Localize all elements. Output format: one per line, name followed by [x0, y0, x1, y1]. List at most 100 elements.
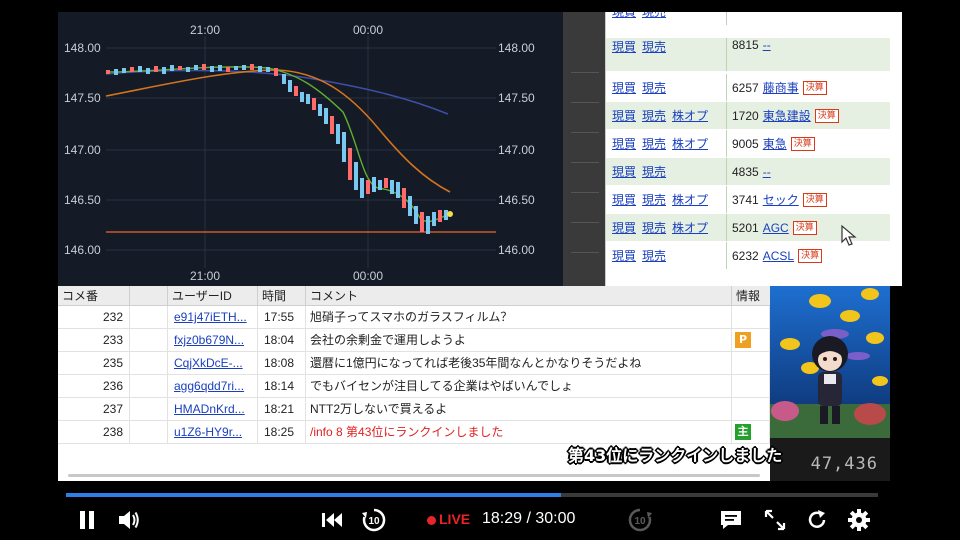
stock-name-link[interactable]: 東急 [763, 135, 787, 152]
buy-link[interactable]: 現買 [612, 79, 636, 96]
stock-name-link[interactable]: 東急建設 [763, 107, 811, 124]
stock-info: 1720 東急建設 決算 [726, 102, 890, 129]
stock-actions: 現買 現売 [606, 158, 726, 185]
streamer-avatar [770, 286, 890, 438]
candle [186, 67, 190, 72]
sell-link[interactable]: 現売 [642, 247, 666, 264]
stock-info: 4835 -- [726, 158, 890, 185]
stock-actions: 現買 現売 株オプ [606, 214, 726, 241]
stock-option-link[interactable]: 株オプ [672, 219, 708, 236]
user-id-link[interactable]: CqjXkDcE-... [168, 352, 258, 374]
comment-spacer [130, 421, 168, 443]
comment-spacer [130, 352, 168, 374]
sell-link[interactable]: 現売 [642, 219, 666, 236]
buy-link[interactable]: 現買 [612, 107, 636, 124]
earnings-badge[interactable]: 決算 [802, 192, 827, 207]
user-id-link[interactable]: HMADnKrd... [168, 398, 258, 420]
buy-link[interactable]: 現買 [612, 247, 636, 264]
reload-button[interactable] [804, 508, 830, 532]
sell-link[interactable]: 現売 [642, 12, 666, 20]
stock-code: 6257 [732, 80, 759, 95]
comment-spacer [130, 306, 168, 328]
candle [390, 180, 394, 194]
sell-link[interactable]: 現売 [642, 135, 666, 152]
candle [420, 212, 424, 232]
header-spacer [130, 286, 168, 306]
earnings-badge[interactable]: 決算 [792, 220, 817, 235]
comment-row: 232 e91j47iETH... 17:55 旭硝子ってスマホのガラスフィルム？ [58, 306, 770, 329]
comment-text: NTT2万しないで買えるよ [306, 398, 732, 420]
comment-time: 18:04 [258, 329, 306, 351]
user-id-link[interactable]: fxjz0b679N... [168, 329, 258, 351]
slow-moving-average [105, 69, 449, 115]
settings-button[interactable] [846, 508, 872, 532]
candle [336, 124, 340, 144]
pause-button[interactable] [76, 508, 98, 532]
candle [414, 206, 418, 224]
forward-10-button[interactable]: 10 [626, 507, 654, 533]
stock-code: 5201 [732, 220, 759, 235]
fullscreen-button[interactable] [762, 508, 788, 532]
stock-name-link[interactable]: AGC [763, 221, 789, 235]
sell-link[interactable]: 現売 [642, 79, 666, 96]
comment-row: 235 CqjXkDcE-... 18:08 還暦に1億円になってれば老後35年間なん… [58, 352, 770, 375]
stock-option-link[interactable]: 株オプ [672, 107, 708, 124]
candle [312, 98, 316, 110]
comment-text: 還暦に1億円になってれば老後35年間なんとかなりそうだよね [306, 352, 732, 374]
player-controls: 10 LIVE 18:29 / 30:00 10 [58, 500, 903, 540]
comment-row: 236 agg6qdd7ri... 18:14 でもバイセンが注目してる企業はやばいん… [58, 375, 770, 398]
comment-time: 18:25 [258, 421, 306, 443]
rewind-10-button[interactable]: 10 [360, 507, 388, 533]
price-label-left: 146.00 [64, 243, 101, 257]
stock-code: 8815 [732, 38, 759, 52]
buy-link[interactable]: 現買 [612, 12, 636, 20]
buy-link[interactable]: 現買 [612, 191, 636, 208]
skip-to-start-button[interactable] [319, 508, 345, 532]
stock-code: 4835 [732, 164, 759, 179]
sell-link[interactable]: 現売 [642, 191, 666, 208]
earnings-badge[interactable]: 決算 [798, 248, 823, 263]
candle [122, 68, 126, 73]
panel-divider [563, 12, 605, 286]
earnings-badge[interactable]: 決算 [814, 108, 839, 123]
comment-toggle-button[interactable] [718, 508, 744, 532]
buy-link[interactable]: 現買 [612, 219, 636, 236]
candle [266, 67, 270, 72]
buy-link[interactable]: 現買 [612, 38, 636, 55]
user-id-link[interactable]: e91j47iETH... [168, 306, 258, 328]
stock-name-link[interactable]: 藤商事 [763, 79, 799, 96]
comment-info-cell [732, 375, 770, 397]
comment-spacer [130, 329, 168, 351]
horizontal-scrollbar[interactable] [68, 474, 760, 477]
earnings-badge[interactable]: 決算 [790, 136, 815, 151]
stock-name-link[interactable]: -- [763, 38, 771, 52]
fx-price-chart: 148.00 148.00 147.50 147.50 147.00 147.00 146.… [58, 12, 563, 286]
stock-option-link[interactable]: 株オプ [672, 135, 708, 152]
price-label-left: 147.50 [64, 91, 101, 105]
stock-name-link[interactable]: セック [763, 191, 799, 208]
user-id-link[interactable]: agg6qdd7ri... [168, 375, 258, 397]
comment-number: 233 [58, 329, 130, 351]
comment-time: 18:21 [258, 398, 306, 420]
volume-button[interactable] [116, 508, 142, 532]
buy-link[interactable]: 現買 [612, 163, 636, 180]
live-label[interactable]: LIVE [439, 511, 470, 527]
seek-bar[interactable] [66, 493, 878, 497]
stock-info: 6232 ACSL 決算 [726, 242, 890, 269]
buy-link[interactable]: 現買 [612, 135, 636, 152]
stock-option-link[interactable]: 株オプ [672, 191, 708, 208]
stock-name-link[interactable]: -- [763, 165, 771, 179]
user-id-link[interactable]: u1Z6-HY9r... [168, 421, 258, 443]
candle [162, 67, 166, 74]
stock-list: 現買 現売 現買 現売 8815 -- 現買 現売 6257 藤商事 決算 現買 現売 株オプ 1720 東急… [605, 12, 890, 286]
sell-link[interactable]: 現売 [642, 38, 666, 55]
stock-actions: 現買 現売 株オプ [606, 130, 726, 157]
sell-link[interactable]: 現売 [642, 107, 666, 124]
earnings-badge[interactable]: 決算 [802, 80, 827, 95]
sell-link[interactable]: 現売 [642, 163, 666, 180]
price-label-right: 146.50 [498, 193, 535, 207]
mouse-cursor-icon [841, 224, 857, 246]
comment-number: 236 [58, 375, 130, 397]
stock-name-link[interactable]: ACSL [763, 249, 794, 263]
price-label-right: 148.00 [498, 41, 535, 55]
